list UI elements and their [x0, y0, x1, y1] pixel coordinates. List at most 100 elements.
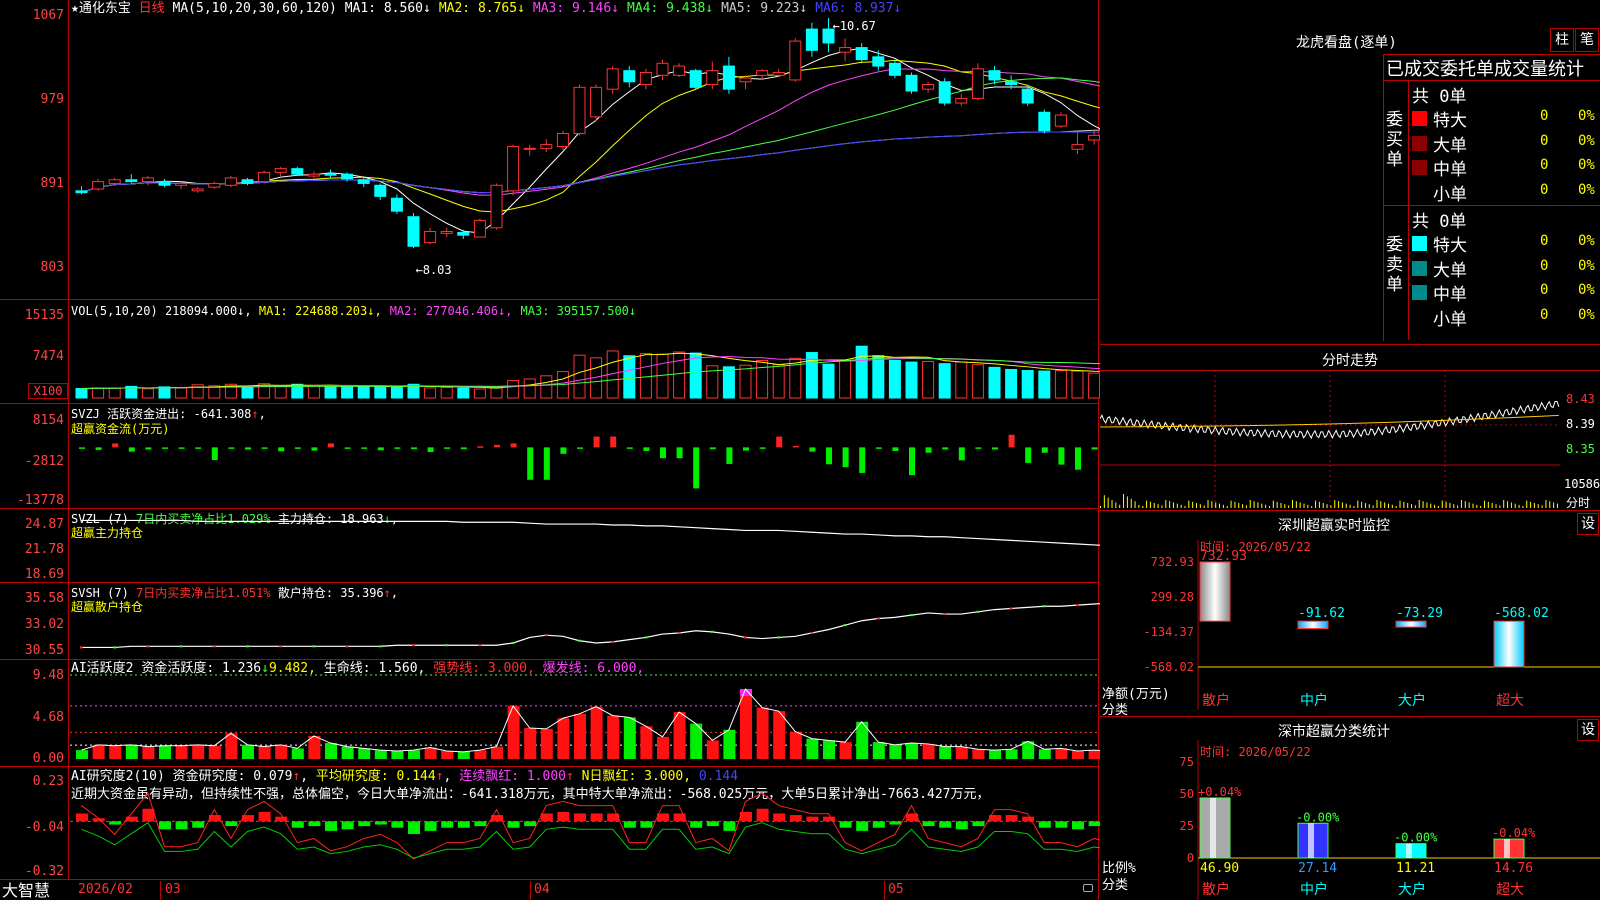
- fund-flow-bar: [427, 447, 434, 453]
- order-type-label: 大单: [1433, 135, 1467, 156]
- ai2-bar: [275, 816, 288, 822]
- fund-flow-bar: [1075, 447, 1081, 470]
- candle: [938, 81, 951, 104]
- candle: [241, 179, 254, 184]
- ai2-bar: [76, 813, 88, 822]
- kline-chart-svg[interactable]: ←10.67 ←8.03: [70, 0, 1100, 880]
- order-percent: 0%: [1578, 233, 1595, 249]
- order-count: 0: [1540, 108, 1549, 124]
- candle: [1071, 144, 1084, 150]
- ai2-bar: [175, 821, 188, 830]
- ai1-bar: [806, 738, 819, 759]
- fund-flow-bar: [543, 447, 550, 480]
- ai1-tick: 0.00: [32, 751, 64, 766]
- monitor-chart-svg: 732.93 299.28 -134.37 -568.02 732.93 散户 -91.62…: [1143, 540, 1600, 710]
- candle: [971, 68, 984, 99]
- date-label: 2026/02: [78, 882, 133, 897]
- fund-flow-bar: [776, 436, 783, 448]
- candle: [490, 184, 503, 229]
- ai1-bar: [989, 750, 1001, 759]
- fenshi-chart-svg[interactable]: [1100, 370, 1565, 510]
- ai2-bar: [1072, 821, 1084, 830]
- fenshi-volume-bar: [1126, 496, 1128, 508]
- app-logo[interactable]: 大智慧: [2, 882, 50, 900]
- class-tick: 25: [1180, 819, 1194, 833]
- candle: [656, 62, 669, 76]
- ai1-bar: [955, 746, 968, 759]
- retail-holding-tick: [212, 645, 216, 648]
- candle: [872, 56, 885, 67]
- volume-bar: [490, 387, 503, 399]
- fenshi-volume-bar: [1414, 505, 1416, 508]
- fund-flow-bar: [444, 447, 451, 449]
- fund-flow-bar: [942, 447, 949, 450]
- candle: [224, 177, 237, 186]
- fund-flow-bar: [1025, 447, 1032, 463]
- candle: [689, 70, 702, 88]
- ai2-bar: [756, 808, 769, 822]
- date-divider: [884, 881, 885, 900]
- fenshi-volume-bar: [1115, 502, 1117, 508]
- ai2-bar: [457, 821, 470, 828]
- fenshi-volume-bar: [1234, 501, 1236, 508]
- class-bar-highlight: [1308, 823, 1314, 858]
- monitor-settings-button[interactable]: 设: [1577, 513, 1599, 535]
- order-color-swatch: [1412, 285, 1427, 300]
- candle: [473, 219, 486, 238]
- candle: [523, 147, 536, 150]
- candle: [639, 72, 652, 86]
- stat-row-divider: [1383, 80, 1600, 81]
- order-count: 0: [1540, 282, 1549, 298]
- volume-bar: [938, 363, 951, 399]
- date-divider: [530, 881, 531, 900]
- vol-unit-badge[interactable]: X100: [28, 383, 68, 399]
- trade-view-button[interactable]: 笔: [1575, 28, 1599, 52]
- buy-total: 共 0单: [1412, 87, 1467, 107]
- fenshi-volume-bar: [1522, 506, 1524, 508]
- class-value-label: 27.14: [1298, 861, 1337, 876]
- monitor-category-label: 大户: [1398, 692, 1426, 709]
- fenshi-volume-bar: [1407, 503, 1409, 508]
- ai1-bar: [872, 742, 885, 759]
- lock-icon[interactable]: [1083, 884, 1093, 892]
- retail-holding-tick: [80, 646, 83, 649]
- fenshi-volume-bar: [1149, 501, 1151, 508]
- fenshi-volume-bar: [1533, 503, 1535, 508]
- ai1-bar: [740, 689, 752, 759]
- fenshi-tick: 8.43: [1566, 392, 1595, 406]
- ai1-bar: [623, 717, 636, 759]
- fenshi-volume-bar: [1518, 504, 1520, 508]
- fenshi-volume-bar: [1100, 506, 1101, 508]
- fenshi-volume-bar: [1103, 495, 1105, 508]
- candle: [1021, 88, 1034, 104]
- volume-bar: [639, 353, 652, 399]
- fund-flow-bar: [261, 447, 268, 449]
- candle: [540, 144, 553, 149]
- ai2-bar: [773, 813, 786, 822]
- class-settings-button[interactable]: 设: [1577, 719, 1599, 741]
- ai1-bar: [109, 745, 122, 759]
- fund-flow-bar: [178, 447, 185, 449]
- order-percent: 0%: [1578, 157, 1595, 173]
- candle: [805, 28, 818, 51]
- volume-bar: [922, 361, 935, 399]
- date-label: 04: [534, 882, 550, 897]
- fenshi-volume-bar: [1556, 503, 1558, 508]
- class-pct-label: -0.04%: [1492, 826, 1536, 840]
- fund-flow-bar: [361, 447, 368, 449]
- candle: [988, 70, 1001, 81]
- ai1-bar: [673, 712, 686, 759]
- order-type-label: 中单: [1433, 285, 1467, 305]
- ai2-bar: [258, 811, 271, 822]
- fenshi-volume-bar: [1215, 502, 1217, 508]
- ai1-bar: [839, 742, 852, 759]
- ai1-bar: [374, 750, 387, 759]
- class-value-label: 11.21: [1396, 861, 1435, 876]
- volume-bar: [390, 386, 403, 399]
- ai1-tick: 4.68: [32, 710, 64, 725]
- ai1-bar: [408, 750, 420, 759]
- class-category-label: 中户: [1300, 881, 1328, 898]
- ai1-bar: [657, 736, 669, 759]
- candle: [75, 190, 88, 194]
- column-view-button[interactable]: 柱: [1550, 28, 1574, 52]
